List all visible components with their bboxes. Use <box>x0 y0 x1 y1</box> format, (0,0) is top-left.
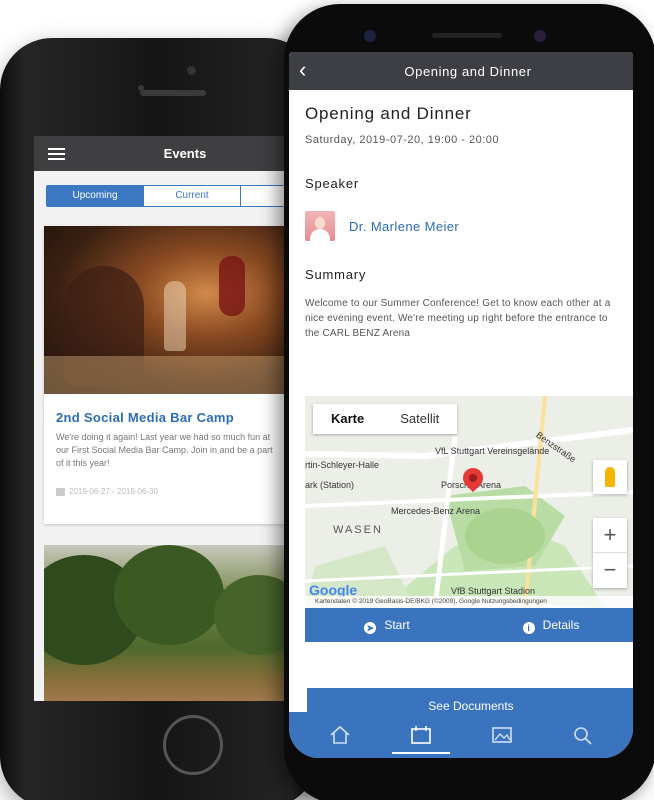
details-button[interactable]: i Details <box>469 608 633 642</box>
map-label-stadion: VfB Stuttgart Stadion <box>451 586 536 596</box>
navigation-arrow-icon: ➤ <box>364 622 377 634</box>
map-type-karte[interactable]: Karte <box>313 404 382 434</box>
map-label-park: ark (Station) <box>305 480 355 490</box>
map-actions-bar: ➤ Start i Details <box>305 608 633 642</box>
map-label-vfl: VfL Stuttgart Vereinsgelände <box>435 446 550 456</box>
detail-nav-title: Opening and Dinner <box>404 64 532 79</box>
mockup-stage: Events Upcoming Current Ex 2nd Social Me… <box>0 0 654 800</box>
home-button[interactable] <box>163 715 223 775</box>
iphone-device: Events Upcoming Current Ex 2nd Social Me… <box>0 38 318 800</box>
event-photo <box>44 226 286 394</box>
events-screen: Events Upcoming Current Ex 2nd Social Me… <box>34 136 286 701</box>
start-navigation-button[interactable]: ➤ Start <box>305 608 469 642</box>
map-type-satellit[interactable]: Satellit <box>382 404 457 434</box>
front-camera <box>187 66 196 75</box>
front-camera <box>534 30 546 42</box>
summary-heading: Summary <box>305 267 367 282</box>
info-icon: i <box>522 622 535 634</box>
home-icon[interactable] <box>329 725 351 745</box>
tab-upcoming[interactable]: Upcoming <box>47 186 144 206</box>
street-view-pegman-icon[interactable] <box>593 460 627 494</box>
tab-expired[interactable]: Ex <box>241 186 286 206</box>
zoom-in-button[interactable]: + <box>593 518 627 553</box>
events-nav-bar: Events <box>34 136 286 171</box>
event-card-photo-2[interactable] <box>44 545 286 701</box>
event-dates: 2019-06-27 - 2019-06-30 <box>44 473 286 496</box>
start-label: Start <box>384 618 410 632</box>
event-detail-screen: ‹ Opening and Dinner Opening and Dinner … <box>289 52 633 758</box>
map-label-wasen: WASEN <box>333 524 383 536</box>
calendar-icon[interactable] <box>391 725 450 754</box>
events-nav-title: Events <box>163 146 207 161</box>
search-icon[interactable] <box>572 725 594 745</box>
calendar-icon <box>56 487 65 496</box>
map-label-hall: rtin-Schleyer-Halle <box>305 460 380 470</box>
speaker-row[interactable]: Dr. Marlene Meier <box>305 211 617 241</box>
map-label-mercedes: Mercedes-Benz Arena <box>391 506 481 516</box>
event-title: Opening and Dinner <box>305 104 472 123</box>
avatar <box>305 211 335 241</box>
events-segmented-tabs: Upcoming Current Ex <box>46 185 286 207</box>
speaker-name-link[interactable]: Dr. Marlene Meier <box>349 219 459 234</box>
details-label: Details <box>542 618 580 632</box>
map-zoom-control: + − <box>593 518 627 588</box>
event-date: Saturday, 2019-07-20, 19:00 - 20:00 <box>305 134 500 146</box>
event-dates-text: 2019-06-27 - 2019-06-30 <box>69 487 158 496</box>
front-sensor <box>364 30 376 42</box>
map-attribution: Kartendaten © 2019 GeoBasis-DE/BKG (©200… <box>305 596 633 608</box>
zoom-out-button[interactable]: − <box>593 553 627 588</box>
event-card[interactable]: 2nd Social Media Bar Camp We're doing it… <box>44 226 286 524</box>
map-type-toggle: Karte Satellit <box>313 404 458 434</box>
earpiece-speaker <box>140 90 206 96</box>
earpiece-slot <box>432 33 502 38</box>
image-icon[interactable] <box>491 725 513 745</box>
detail-nav-bar: ‹ Opening and Dinner <box>289 52 633 90</box>
speaker-heading: Speaker <box>305 176 360 191</box>
bottom-tab-bar <box>289 712 633 758</box>
summary-text: Welcome to our Summer Conference! Get to… <box>305 298 611 339</box>
location-map[interactable]: Karte Satellit VfL Stuttgart Vereinsgelä… <box>305 396 633 608</box>
event-title: 2nd Social Media Bar Camp <box>56 410 234 425</box>
tab-current[interactable]: Current <box>144 186 241 206</box>
event-description: We're doing it again! Last year we had s… <box>56 432 273 468</box>
